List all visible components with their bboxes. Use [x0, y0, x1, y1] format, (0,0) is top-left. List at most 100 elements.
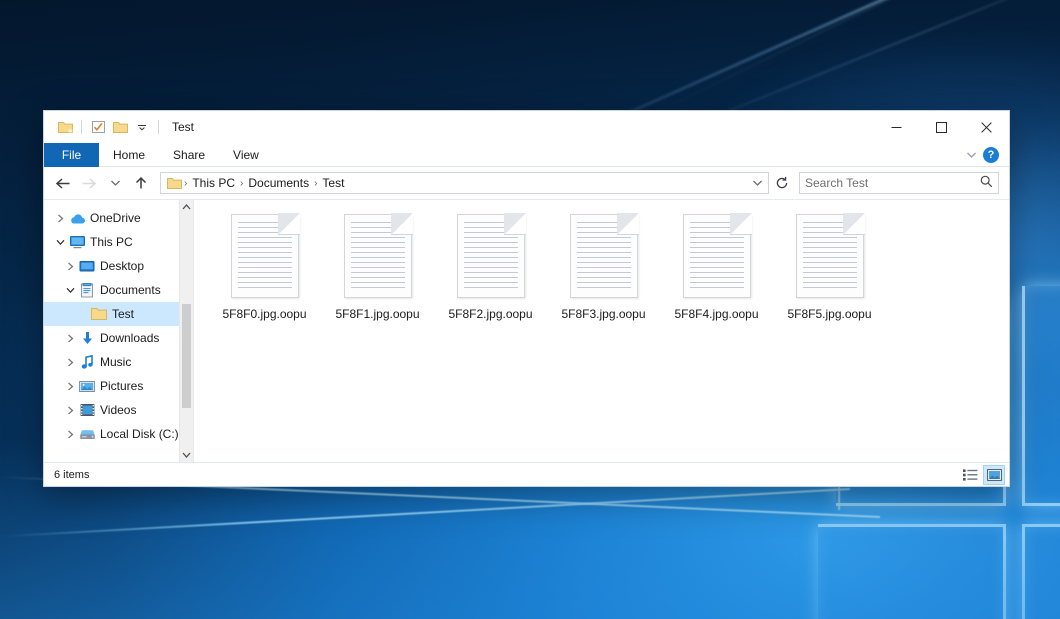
file-explorer-window: Test File Home Share View — [43, 110, 1010, 487]
sidebar-item-label: OneDrive — [90, 211, 141, 225]
help-icon[interactable]: ? — [983, 147, 999, 163]
scroll-up-arrow-icon[interactable] — [180, 200, 193, 214]
minimize-button[interactable] — [874, 111, 919, 143]
back-button[interactable] — [50, 170, 76, 196]
forward-button[interactable] — [76, 170, 102, 196]
tab-home[interactable]: Home — [99, 143, 159, 167]
toolbar-separator — [81, 120, 82, 134]
sidebar-item-pictures[interactable]: Pictures — [44, 374, 193, 398]
refresh-button[interactable] — [771, 172, 793, 194]
file-name: 5F8F5.jpg.oopu — [787, 307, 871, 321]
close-button[interactable] — [964, 111, 1009, 143]
cloud-icon — [68, 212, 86, 225]
sidebar-item-label: This PC — [90, 235, 133, 249]
folder-icon — [167, 177, 182, 190]
file-name: 5F8F1.jpg.oopu — [335, 307, 419, 321]
large-icons-view-button[interactable] — [983, 465, 1005, 485]
tab-file[interactable]: File — [44, 143, 99, 167]
chevron-right-icon[interactable] — [52, 214, 68, 223]
file-list[interactable]: 5F8F0.jpg.oopu 5F8F1.jpg.oopu 5F8F2.jpg.… — [194, 200, 1009, 462]
file-name: 5F8F0.jpg.oopu — [222, 307, 306, 321]
breadcrumb-documents[interactable]: Documents — [243, 176, 314, 190]
window-title: Test — [172, 120, 194, 134]
breadcrumb-test[interactable]: Test — [317, 176, 349, 190]
document-icon — [683, 214, 751, 298]
chevron-right-icon[interactable] — [62, 382, 78, 391]
maximize-button[interactable] — [919, 111, 964, 143]
chevron-down-icon[interactable] — [62, 287, 78, 294]
file-item[interactable]: 5F8F2.jpg.oopu — [434, 212, 547, 336]
search-box[interactable] — [799, 172, 999, 194]
document-icon — [570, 214, 638, 298]
caption-buttons — [874, 111, 1009, 143]
scrollbar-thumb[interactable] — [182, 304, 191, 408]
status-bar: 6 items — [44, 462, 1009, 486]
sidebar-item-documents[interactable]: Documents — [44, 278, 193, 302]
sidebar-item-this-pc[interactable]: This PC — [44, 230, 193, 254]
computer-icon — [68, 235, 86, 249]
sidebar-item-local-disk[interactable]: Local Disk (C:) — [44, 422, 193, 446]
chevron-right-icon[interactable] — [62, 406, 78, 415]
sidebar-item-test[interactable]: Test — [44, 302, 193, 326]
chevron-right-icon[interactable] — [62, 262, 78, 271]
file-name: 5F8F2.jpg.oopu — [448, 307, 532, 321]
sidebar-item-videos[interactable]: Videos — [44, 398, 193, 422]
file-item[interactable]: 5F8F1.jpg.oopu — [321, 212, 434, 336]
address-bar-row: › This PC › Documents › Test — [44, 167, 1009, 199]
file-item[interactable]: 5F8F4.jpg.oopu — [660, 212, 773, 336]
details-view-button[interactable] — [959, 465, 981, 485]
desktop: Test File Home Share View — [0, 0, 1060, 619]
ribbon-right-controls: ? — [966, 143, 1005, 167]
new-folder-icon[interactable] — [109, 116, 131, 138]
document-icon — [796, 214, 864, 298]
sidebar-item-label: Downloads — [100, 331, 159, 345]
tab-share[interactable]: Share — [159, 143, 219, 167]
chevron-right-icon[interactable] — [62, 430, 78, 439]
chevron-right-icon[interactable] — [62, 334, 78, 343]
sidebar-item-desktop[interactable]: Desktop — [44, 254, 193, 278]
title-bar: Test — [44, 111, 1009, 143]
tab-view[interactable]: View — [219, 143, 273, 167]
sidebar-item-label: Videos — [100, 403, 136, 417]
documents-icon — [78, 283, 96, 298]
folder-icon[interactable] — [54, 116, 76, 138]
navigation-pane: OneDrive This PC — [44, 200, 194, 462]
search-icon[interactable] — [980, 175, 993, 191]
music-icon — [78, 355, 96, 370]
chevron-down-icon[interactable] — [131, 116, 153, 138]
file-item[interactable]: 5F8F0.jpg.oopu — [208, 212, 321, 336]
address-bar[interactable]: › This PC › Documents › Test — [160, 172, 769, 194]
sidebar-item-onedrive[interactable]: OneDrive — [44, 206, 193, 230]
file-item[interactable]: 5F8F5.jpg.oopu — [773, 212, 886, 336]
file-name: 5F8F3.jpg.oopu — [561, 307, 645, 321]
navigation-pane-scrollbar[interactable] — [179, 200, 193, 462]
chevron-right-icon[interactable] — [62, 358, 78, 367]
file-name: 5F8F4.jpg.oopu — [674, 307, 758, 321]
window-body: OneDrive This PC — [44, 199, 1009, 462]
document-icon — [344, 214, 412, 298]
document-icon — [457, 214, 525, 298]
file-item[interactable]: 5F8F3.jpg.oopu — [547, 212, 660, 336]
sidebar-item-label: Music — [100, 355, 131, 369]
recent-locations-button[interactable] — [102, 170, 128, 196]
view-buttons — [959, 465, 1005, 485]
sidebar-item-label: Pictures — [100, 379, 143, 393]
chevron-down-icon[interactable] — [52, 239, 68, 246]
sidebar-item-music[interactable]: Music — [44, 350, 193, 374]
search-input[interactable] — [805, 176, 980, 190]
breadcrumb-this-pc[interactable]: This PC — [187, 176, 240, 190]
sidebar-item-label: Desktop — [100, 259, 144, 273]
sidebar-item-downloads[interactable]: Downloads — [44, 326, 193, 350]
chevron-down-icon[interactable] — [966, 151, 977, 159]
sidebar-item-label: Documents — [100, 283, 161, 297]
videos-icon — [78, 403, 96, 417]
chevron-down-icon[interactable] — [748, 179, 766, 187]
folder-icon — [90, 307, 108, 321]
properties-icon[interactable] — [87, 116, 109, 138]
scroll-down-arrow-icon[interactable] — [180, 448, 193, 462]
downloads-icon — [78, 331, 96, 346]
sidebar-item-label: Local Disk (C:) — [100, 427, 179, 441]
sidebar-item-label: Test — [112, 307, 134, 321]
up-button[interactable] — [128, 170, 154, 196]
desktop-icon — [78, 260, 96, 273]
